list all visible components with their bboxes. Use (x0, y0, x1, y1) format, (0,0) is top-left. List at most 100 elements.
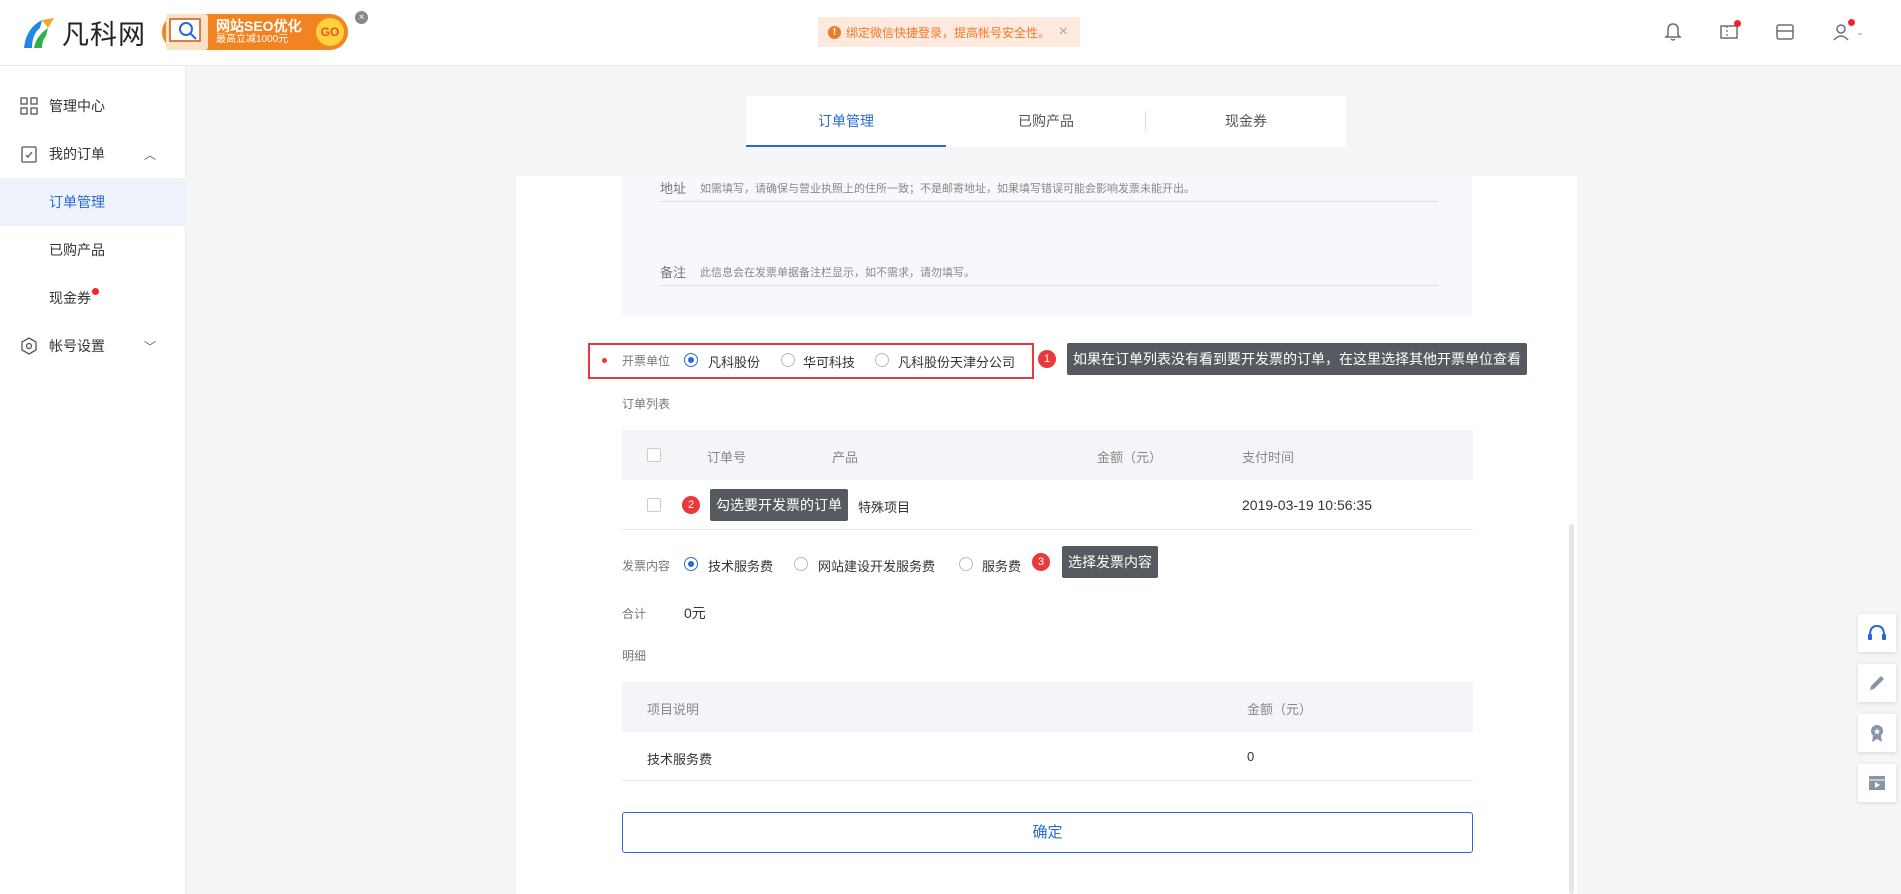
issuer-option-label[interactable]: 凡科股份天津分公司 (898, 352, 1015, 371)
wechat-bind-notice: ! 绑定微信快捷登录，提高帐号安全性。 × (818, 17, 1080, 47)
select-all-checkbox[interactable] (647, 448, 661, 462)
badge-icon[interactable] (1858, 714, 1896, 752)
order-icon (20, 145, 38, 163)
column-header: 金额（元） (1247, 702, 1313, 717)
annotation-tooltip-2: 勾选要开发票的订单 (710, 489, 848, 521)
content-option-label[interactable]: 网站建设开发服务费 (818, 556, 935, 575)
total-label: 合计 (622, 607, 647, 621)
tab-label: 现金券 (1225, 113, 1267, 129)
confirm-button[interactable]: 确定 (622, 812, 1473, 853)
bell-icon[interactable] (1660, 19, 1686, 45)
scrollbar[interactable] (1569, 524, 1574, 894)
row-divider (622, 780, 1473, 781)
sidebar-item-dashboard[interactable]: 管理中心 (0, 82, 186, 130)
remark-input[interactable]: 此信息会在发票单据备注栏显示，如不需求，请勿填写。 (700, 264, 975, 280)
sidebar-item-label: 管理中心 (49, 98, 105, 114)
content-radio-website-dev[interactable] (794, 557, 808, 571)
issuer-radio-huake[interactable] (781, 353, 795, 367)
headset-icon[interactable] (1858, 614, 1896, 652)
logo[interactable]: 凡科网 (20, 14, 146, 51)
video-icon[interactable] (1858, 764, 1896, 802)
sidebar: 管理中心 我的订单 ︿ 订单管理 已购产品 现金券 帐号设置 ﹀ (0, 66, 186, 894)
user-badge (1848, 19, 1855, 26)
settings-icon (20, 337, 38, 355)
invoice-content-label: 发票内容 (622, 559, 671, 573)
sidebar-item-label: 已购产品 (49, 242, 105, 258)
ticket-badge (1734, 20, 1741, 27)
column-header: 项目说明 (647, 702, 700, 717)
annotation-badge-2: 2 (682, 496, 700, 514)
total-value: 0元 (684, 605, 706, 621)
annotation-tooltip-3: 选择发票内容 (1062, 546, 1158, 578)
tab-order-management[interactable]: 订单管理 (746, 96, 946, 147)
coupon-badge (92, 288, 99, 295)
detail-item: 技术服务费 (647, 752, 713, 767)
address-remark-section (622, 176, 1472, 316)
store-icon[interactable] (1772, 19, 1798, 45)
content-radio-tech-service[interactable] (684, 557, 698, 571)
row-divider (622, 529, 1473, 530)
issuer-label: 开票单位 (622, 354, 671, 368)
remark-underline (660, 285, 1438, 286)
content-option-label[interactable]: 服务费 (982, 556, 1021, 575)
sidebar-item-label: 我的订单 (49, 146, 105, 162)
magnifier-icon (166, 14, 208, 50)
required-marker (602, 358, 607, 363)
sidebar-item-my-orders[interactable]: 我的订单 ︿ (0, 130, 186, 178)
warning-icon: ! (828, 25, 841, 39)
promo-close-icon[interactable]: × (355, 11, 368, 24)
sidebar-item-label: 订单管理 (49, 194, 105, 210)
annotation-badge-1: 1 (1038, 350, 1056, 368)
chevron-down-icon: ⌄ (1856, 26, 1864, 37)
order-tabs: 订单管理 已购产品 现金券 (746, 96, 1346, 147)
issuer-radio-fanke[interactable] (684, 353, 698, 367)
sidebar-item-label: 现金券 (49, 290, 91, 306)
content-option-label[interactable]: 技术服务费 (708, 556, 773, 575)
logo-text: 凡科网 (62, 19, 146, 51)
order-table-header (622, 430, 1473, 480)
top-header: 凡科网 网站SEO优化 最高立减1000元 GO × ! 绑定微信快捷登录，提高… (0, 0, 1901, 66)
column-header: 支付时间 (1242, 450, 1295, 465)
order-product: 特殊项目 (858, 500, 911, 515)
column-header: 金额（元） (1097, 450, 1163, 465)
tab-label: 订单管理 (818, 113, 874, 129)
promo-go-button[interactable]: GO (316, 18, 344, 46)
sidebar-item-order-management[interactable]: 订单管理 (0, 178, 186, 226)
chevron-down-icon: ﹀ (144, 339, 157, 354)
content-radio-service-fee[interactable] (959, 557, 973, 571)
detail-label: 明细 (622, 649, 647, 663)
order-list-label: 订单列表 (622, 397, 671, 411)
sidebar-item-purchased-products[interactable]: 已购产品 (0, 226, 186, 274)
remark-label: 备注 (660, 265, 687, 280)
sidebar-item-label: 帐号设置 (49, 338, 105, 354)
order-row-checkbox[interactable] (647, 498, 661, 512)
notice-close-icon[interactable]: × (1059, 23, 1068, 41)
issuer-radio-tianjin[interactable] (875, 353, 889, 367)
ticket-icon[interactable] (1716, 19, 1742, 45)
user-icon[interactable]: ⌄ (1828, 19, 1868, 45)
address-underline (660, 201, 1438, 202)
pencil-icon[interactable] (1858, 664, 1896, 702)
annotation-tooltip-1: 如果在订单列表没有看到要开发票的订单，在这里选择其他开票单位查看 (1067, 343, 1527, 375)
issuer-option-label[interactable]: 华可科技 (803, 352, 855, 371)
detail-amount: 0 (1247, 749, 1255, 764)
address-input[interactable]: 如需填写，请确保与营业执照上的住所一致；不是邮寄地址，如果填写错误可能会影响发票… (700, 180, 1195, 196)
promo-subtitle: 最高立减1000元 (216, 34, 289, 45)
tab-label: 已购产品 (1018, 113, 1074, 129)
sidebar-item-account-settings[interactable]: 帐号设置 ﹀ (0, 322, 186, 370)
detail-table-header (622, 682, 1473, 732)
tab-cash-coupons[interactable]: 现金券 (1146, 96, 1346, 147)
annotation-badge-3: 3 (1032, 553, 1050, 571)
grid-icon (20, 97, 38, 115)
seo-promo-banner[interactable]: 网站SEO优化 最高立减1000元 GO (162, 14, 348, 50)
logo-mark-icon (20, 14, 56, 50)
issuer-option-label[interactable]: 凡科股份 (708, 352, 760, 371)
address-label: 地址 (660, 181, 687, 196)
chevron-up-icon: ︿ (144, 147, 157, 162)
sidebar-item-cash-coupons[interactable]: 现金券 (0, 274, 186, 322)
notice-text[interactable]: 绑定微信快捷登录，提高帐号安全性。 (846, 24, 1050, 41)
column-header: 订单号 (707, 450, 747, 465)
promo-title: 网站SEO优化 (216, 18, 302, 34)
order-pay-time: 2019-03-19 10:56:35 (1242, 497, 1372, 513)
tab-purchased-products[interactable]: 已购产品 (946, 96, 1146, 147)
